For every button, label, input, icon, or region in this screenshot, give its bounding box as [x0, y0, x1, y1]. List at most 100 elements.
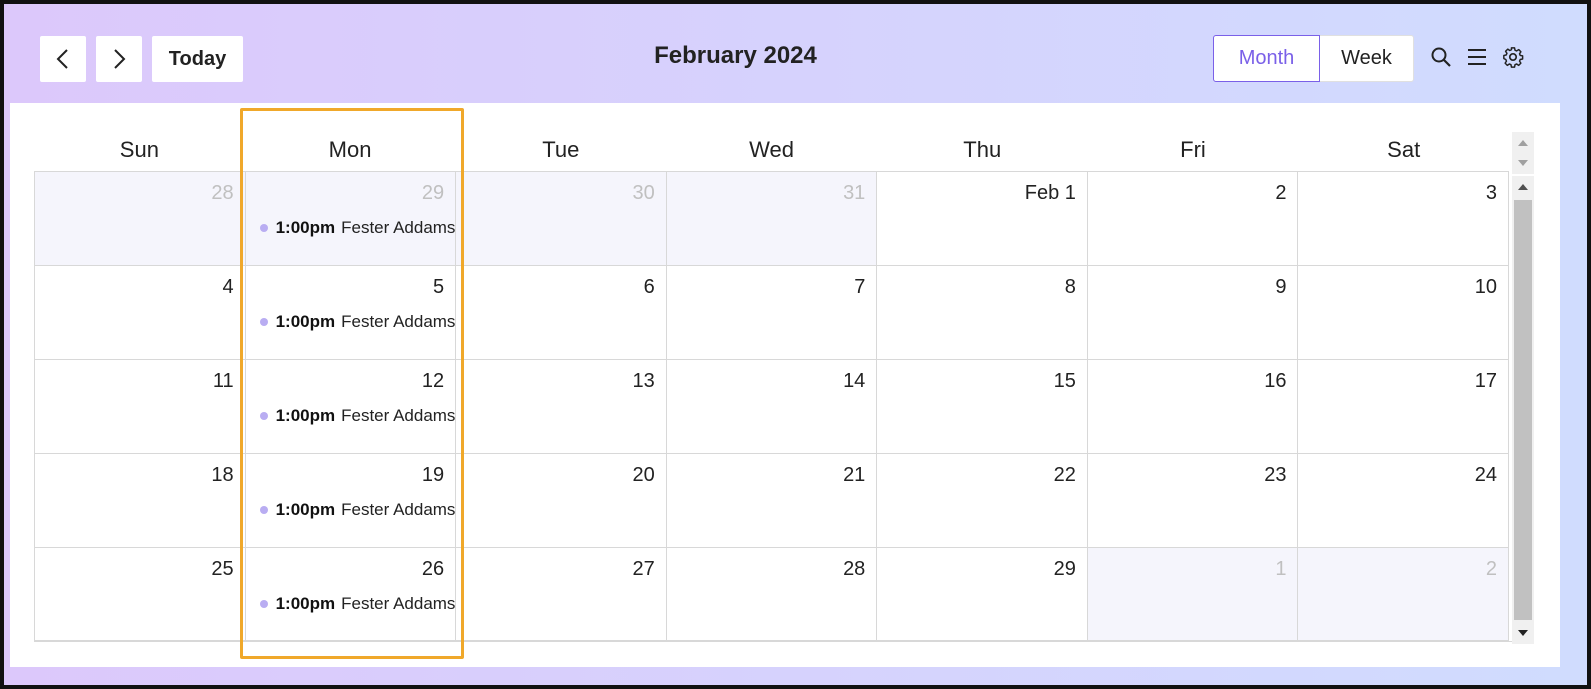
day-cell[interactable]: 16: [1087, 360, 1299, 454]
day-number[interactable]: 1: [1275, 558, 1286, 581]
calendar-event[interactable]: 1:00pm Fester Addams: [259, 499, 456, 521]
day-number[interactable]: 20: [632, 464, 654, 487]
day-number[interactable]: 29: [422, 182, 444, 205]
day-cell[interactable]: 22: [877, 454, 1088, 548]
calendar-event[interactable]: 1:00pm Fester Addams: [259, 217, 455, 239]
day-number[interactable]: 28: [843, 558, 865, 581]
day-number[interactable]: 25: [211, 558, 233, 581]
day-number[interactable]: 22: [1054, 464, 1076, 487]
day-number[interactable]: 23: [1264, 464, 1286, 487]
day-cell[interactable]: 28: [35, 172, 246, 266]
calendar-event[interactable]: 1:00pm Fester Addams: [259, 311, 455, 333]
weekday-sun: Sun: [119, 137, 159, 162]
calendar-toolbar: Today February 2024 Month Week: [4, 4, 1587, 107]
day-number[interactable]: 14: [843, 370, 865, 393]
day-cell[interactable]: 26 1:00pm Fester Addams: [245, 548, 457, 641]
weekday-tue: Tue: [542, 137, 580, 162]
scrollbar-thumb[interactable]: [1514, 200, 1532, 620]
day-number[interactable]: 26: [422, 558, 444, 581]
day-cell[interactable]: 23: [1087, 454, 1299, 548]
day-cell[interactable]: 17: [1298, 360, 1510, 454]
scroll-down-icon[interactable]: [1512, 154, 1534, 172]
day-cell[interactable]: 15: [877, 360, 1088, 454]
day-cell[interactable]: 7: [666, 266, 878, 360]
day-number[interactable]: Feb 1: [1025, 182, 1076, 205]
day-cell[interactable]: 31: [666, 172, 878, 266]
event-dot-icon: [259, 318, 268, 326]
day-number[interactable]: 2: [1275, 182, 1286, 205]
day-number[interactable]: 31: [843, 182, 865, 205]
day-number[interactable]: 7: [854, 276, 865, 299]
day-number[interactable]: 10: [1475, 276, 1497, 299]
day-number[interactable]: 5: [433, 276, 444, 299]
day-number[interactable]: 11: [213, 370, 234, 393]
week-row: 4 5 1:00pm Fester Addams 6 7 8 9 10: [35, 266, 1510, 360]
menu-icon[interactable]: [1464, 44, 1490, 70]
day-cell[interactable]: 10: [1298, 266, 1510, 360]
day-number[interactable]: 30: [632, 182, 654, 205]
day-cell[interactable]: 6: [456, 266, 667, 360]
day-cell[interactable]: 2: [1087, 172, 1299, 266]
day-cell[interactable]: 11: [35, 360, 246, 454]
week-row: 18 19 1:00pm Fester Addams 20 21 22 23 24: [35, 454, 1510, 548]
day-cell[interactable]: 29 1:00pm Fester Addams: [245, 172, 457, 266]
day-cell[interactable]: 8: [877, 266, 1088, 360]
scroll-up-icon[interactable]: [1512, 134, 1534, 152]
day-number[interactable]: 28: [211, 182, 233, 205]
day-number[interactable]: 8: [1065, 276, 1076, 299]
day-cell[interactable]: 20: [456, 454, 667, 548]
calendar-event[interactable]: 1:00pm Fester Addams: [259, 405, 456, 427]
event-title: Fester Addams: [341, 500, 456, 519]
vertical-scrollbar[interactable]: [1512, 176, 1534, 644]
day-cell[interactable]: 4: [35, 266, 246, 360]
day-number[interactable]: 3: [1486, 182, 1497, 205]
day-cell[interactable]: 21: [666, 454, 878, 548]
day-cell[interactable]: 30: [456, 172, 667, 266]
day-cell[interactable]: 25: [35, 548, 246, 641]
day-number[interactable]: 18: [211, 464, 233, 487]
day-number[interactable]: 29: [1054, 558, 1076, 581]
day-cell[interactable]: 1: [1087, 548, 1299, 641]
day-cell[interactable]: Feb 1: [877, 172, 1088, 266]
day-cell[interactable]: 12 1:00pm Fester Addams: [245, 360, 457, 454]
day-cell[interactable]: 3: [1298, 172, 1510, 266]
search-icon[interactable]: [1428, 44, 1454, 70]
day-number[interactable]: 2: [1486, 558, 1497, 581]
day-cell[interactable]: 5 1:00pm Fester Addams: [245, 266, 457, 360]
day-cell[interactable]: 27: [456, 548, 667, 641]
day-cell[interactable]: 14: [666, 360, 878, 454]
day-cell[interactable]: 9: [1087, 266, 1299, 360]
day-cell[interactable]: 18: [35, 454, 246, 548]
day-cell[interactable]: 29: [877, 548, 1088, 641]
day-number[interactable]: 24: [1475, 464, 1497, 487]
day-cell[interactable]: 24: [1298, 454, 1510, 548]
scroll-down-icon[interactable]: [1512, 624, 1534, 642]
calendar-event[interactable]: 1:00pm Fester Addams: [259, 593, 455, 615]
day-cell[interactable]: 2: [1298, 548, 1510, 641]
day-number[interactable]: 27: [632, 558, 654, 581]
event-title: Fester Addams: [341, 406, 456, 425]
day-number[interactable]: 17: [1475, 370, 1497, 393]
header-scrollbar[interactable]: [1512, 132, 1534, 174]
day-number[interactable]: 19: [422, 464, 444, 487]
scroll-up-icon[interactable]: [1512, 178, 1534, 196]
month-grid: 28 29 1:00pm Fester Addams 30 31 Feb 1 2 3 4 5 1:00…: [34, 171, 1510, 642]
day-number[interactable]: 6: [644, 276, 655, 299]
day-cell[interactable]: 19 1:00pm Fester Addams: [245, 454, 457, 548]
month-title: February 2024: [654, 42, 817, 69]
day-number[interactable]: 15: [1054, 370, 1076, 393]
day-number[interactable]: 9: [1275, 276, 1286, 299]
day-number[interactable]: 4: [222, 276, 233, 299]
day-number[interactable]: 21: [843, 464, 865, 487]
day-cell[interactable]: 28: [666, 548, 878, 641]
month-view-button[interactable]: Month: [1213, 35, 1320, 82]
gear-icon[interactable]: [1500, 44, 1526, 70]
event-dot-icon: [259, 506, 268, 514]
day-cell[interactable]: 13: [456, 360, 667, 454]
day-number[interactable]: 16: [1264, 370, 1286, 393]
event-time: 1:00pm: [275, 406, 336, 425]
grid-divider: [34, 641, 1534, 642]
day-number[interactable]: 12: [422, 370, 444, 393]
day-number[interactable]: 13: [632, 370, 654, 393]
week-view-button[interactable]: Week: [1320, 35, 1414, 82]
